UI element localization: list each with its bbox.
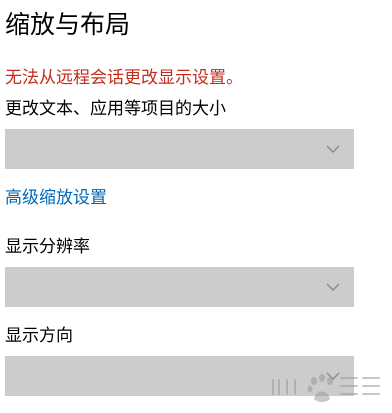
resolution-dropdown[interactable] <box>5 267 354 307</box>
watermark-logo <box>272 374 380 402</box>
scale-label: 更改文本、应用等项目的大小 <box>5 99 226 119</box>
page-title: 缩放与布局 <box>5 10 131 39</box>
chevron-down-icon <box>326 145 340 153</box>
scale-and-layout-page: 缩放与布局 无法从远程会话更改显示设置。 更改文本、应用等项目的大小 高级缩放设… <box>0 0 392 413</box>
chevron-down-icon <box>326 283 340 291</box>
scale-dropdown[interactable] <box>5 129 354 169</box>
remote-session-warning: 无法从远程会话更改显示设置。 <box>5 68 243 88</box>
resolution-label: 显示分辨率 <box>5 237 90 257</box>
advanced-scaling-link[interactable]: 高级缩放设置 <box>5 186 107 210</box>
orientation-label: 显示方向 <box>5 326 73 346</box>
